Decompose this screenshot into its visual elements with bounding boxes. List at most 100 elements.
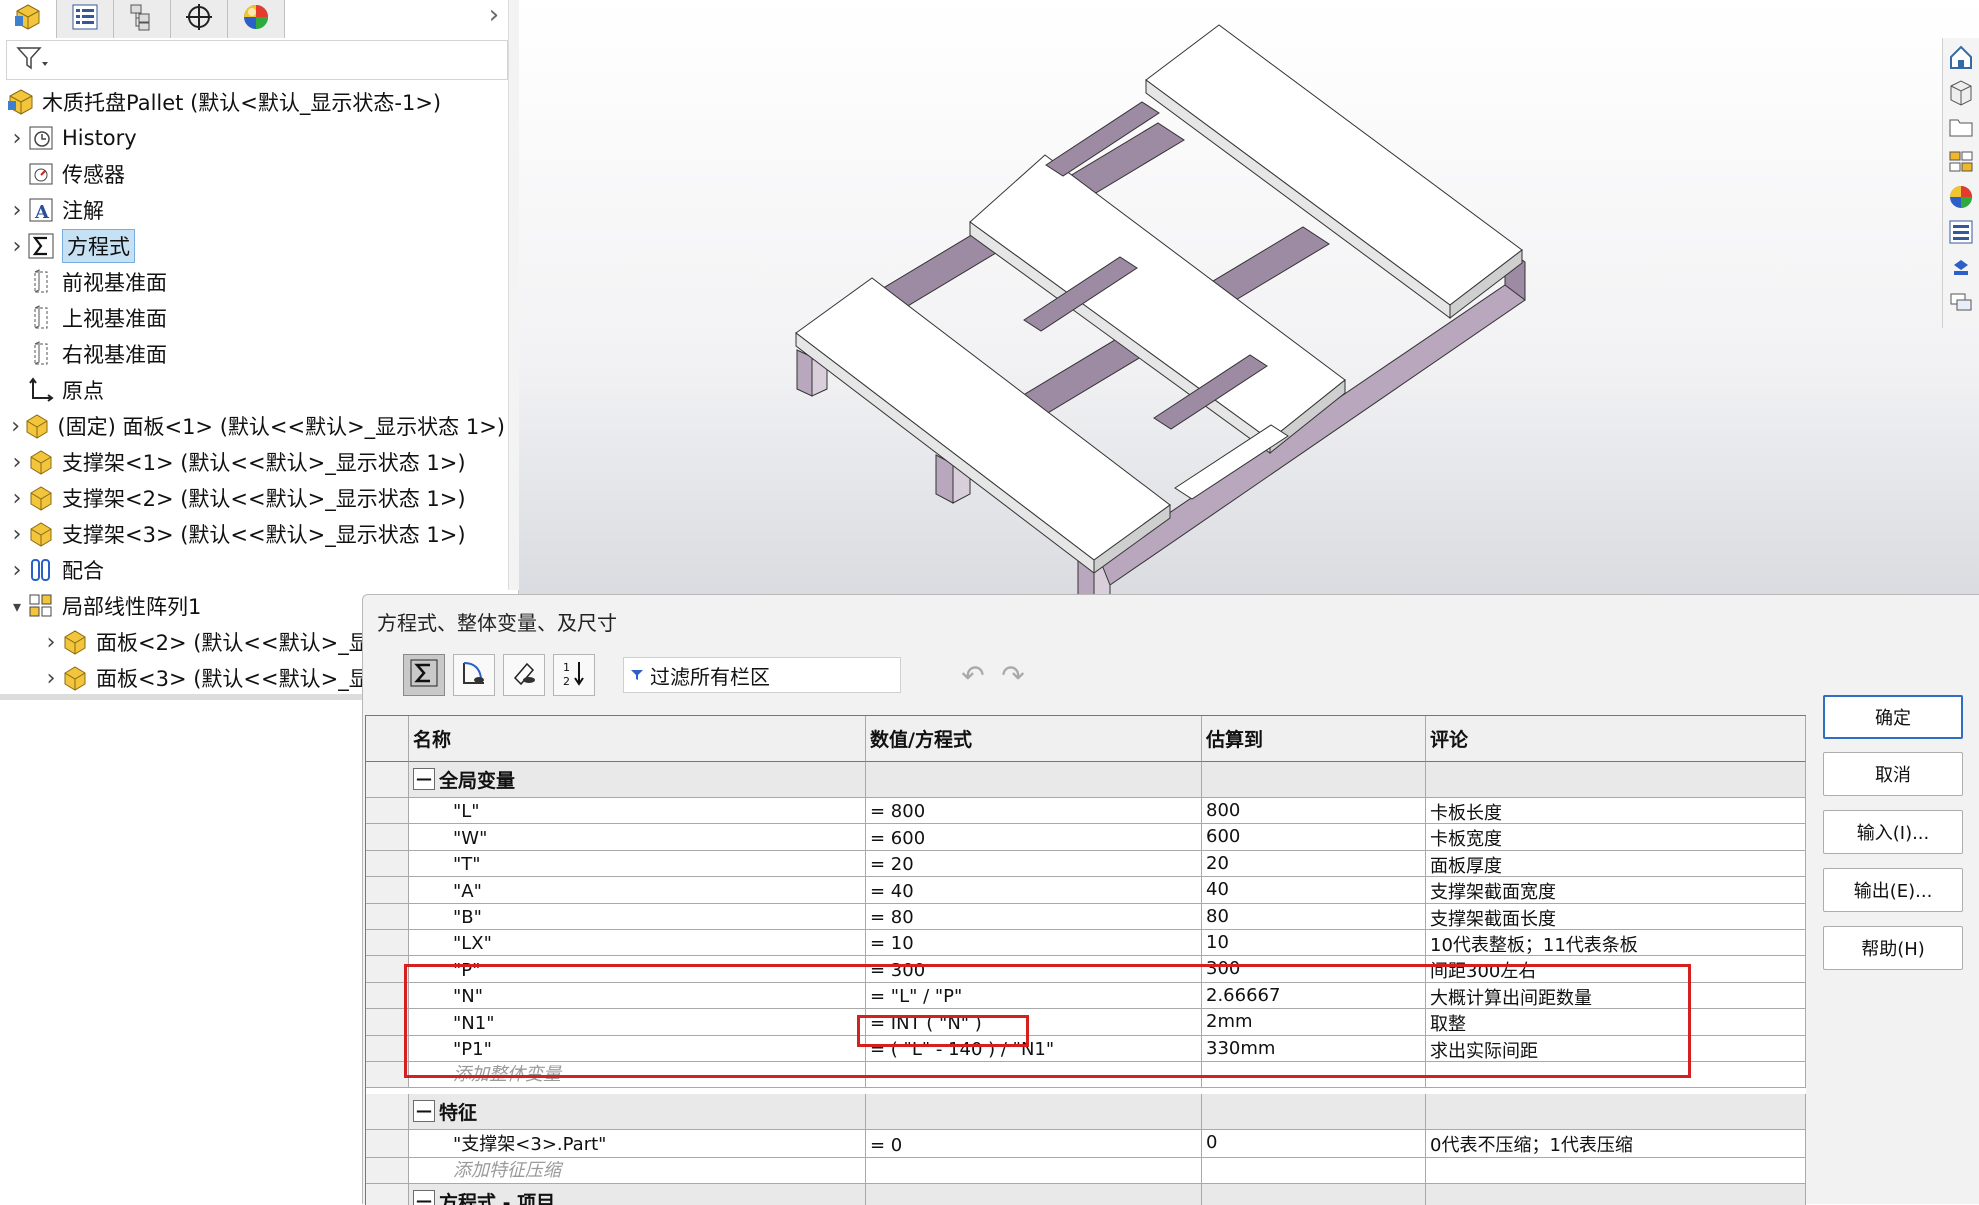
value-equation-cell[interactable]: = 10 — [866, 930, 1202, 956]
value-equation-cell[interactable]: = "L" / "P" — [866, 983, 1202, 1009]
appearances-icon[interactable] — [1945, 181, 1977, 213]
import-button[interactable]: 输入(I)... — [1823, 810, 1963, 854]
cancel-button[interactable]: 取消 — [1823, 752, 1963, 796]
comment-cell[interactable]: 0代表不压缩；1代表压缩 — [1426, 1130, 1806, 1158]
ordered-view-button[interactable]: 12 — [553, 654, 595, 696]
custom-properties-icon[interactable] — [1945, 216, 1977, 248]
comment-cell[interactable]: 间距300左右 — [1426, 956, 1806, 982]
row-header[interactable] — [366, 851, 409, 877]
row-header[interactable] — [366, 824, 409, 850]
row-header[interactable] — [366, 1009, 409, 1035]
expand-arrow-icon[interactable]: › — [8, 414, 23, 439]
add-global-variable-row[interactable]: 添加整体变量 — [409, 1062, 866, 1088]
expand-arrow-icon[interactable]: › — [8, 234, 26, 259]
help-button[interactable]: 帮助(H) — [1823, 926, 1963, 970]
home-icon[interactable] — [1945, 41, 1977, 73]
comment-cell[interactable]: 支撑架截面宽度 — [1426, 877, 1806, 903]
redo-icon[interactable]: ↷ — [997, 659, 1029, 691]
value-equation-cell[interactable]: = 800 — [866, 798, 1202, 824]
variable-name-cell[interactable]: "B" — [409, 904, 866, 930]
tree-item[interactable]: ▾局部线性阵列1 — [8, 589, 201, 623]
comment-cell[interactable]: 卡板长度 — [1426, 798, 1806, 824]
solidworks-resources-icon[interactable] — [1945, 251, 1977, 283]
value-equation-cell[interactable]: = 20 — [866, 851, 1202, 877]
expand-arrow-icon[interactable]: › — [42, 630, 60, 655]
sketch-equation-view-button[interactable] — [453, 654, 495, 696]
tree-item[interactable]: 传感器 — [8, 157, 125, 191]
tree-item[interactable]: ›支撑架<2> (默认<<默认>_显示状态 1>) — [8, 481, 466, 515]
value-equation-cell[interactable]: = 80 — [866, 904, 1202, 930]
comment-cell[interactable]: 10代表整板；11代表条板 — [1426, 930, 1806, 956]
comment-cell[interactable]: 大概计算出间距数量 — [1426, 983, 1806, 1009]
features-group[interactable]: —特征 — [409, 1094, 866, 1130]
expand-arrow-icon[interactable]: › — [42, 666, 60, 691]
view-palette-icon[interactable] — [1945, 146, 1977, 178]
expand-arrow-icon[interactable]: › — [8, 198, 26, 223]
value-equation-cell[interactable]: = 40 — [866, 877, 1202, 903]
row-header[interactable] — [366, 877, 409, 903]
collapse-arrow-icon[interactable]: ▾ — [8, 597, 26, 616]
row-header[interactable] — [366, 798, 409, 824]
value-equation-cell[interactable]: = 300 — [866, 956, 1202, 982]
row-header[interactable] — [366, 983, 409, 1009]
dimxpert-tab[interactable] — [171, 0, 228, 38]
variable-name-cell[interactable]: "支撑架<3>.Part" — [409, 1130, 866, 1158]
tree-item[interactable]: ›方程式 — [8, 229, 135, 263]
comment-cell[interactable]: 面板厚度 — [1426, 851, 1806, 877]
comment-cell[interactable]: 求出实际间距 — [1426, 1036, 1806, 1062]
global-variables-group[interactable]: —全局变量 — [409, 762, 866, 798]
tree-item[interactable]: 右视基准面 — [8, 337, 167, 371]
graphics-viewport[interactable] — [519, 0, 1979, 600]
expand-arrow-icon[interactable]: › — [8, 126, 26, 151]
equations-group[interactable]: —方程式 - 项目 — [409, 1184, 866, 1205]
variable-name-cell[interactable]: "N1" — [409, 1009, 866, 1035]
configuration-manager-tab[interactable] — [114, 0, 171, 38]
tree-item[interactable]: 上视基准面 — [8, 301, 167, 335]
display-manager-tab[interactable] — [228, 0, 285, 38]
variable-name-cell[interactable]: "A" — [409, 877, 866, 903]
value-column-header[interactable]: 数值/方程式 — [866, 716, 1202, 762]
equation-view-button[interactable] — [403, 654, 445, 696]
file-explorer-icon[interactable] — [1945, 111, 1977, 143]
value-equation-cell[interactable]: = 0 — [866, 1130, 1202, 1158]
tree-item[interactable]: 原点 — [8, 373, 104, 407]
tree-item[interactable]: ›History — [8, 121, 137, 155]
row-header[interactable] — [366, 930, 409, 956]
variable-name-cell[interactable]: "N" — [409, 983, 866, 1009]
expand-arrow-icon[interactable]: › — [8, 450, 26, 475]
comment-cell[interactable]: 支撑架截面长度 — [1426, 904, 1806, 930]
expand-arrow-icon[interactable]: › — [8, 558, 26, 583]
tree-item[interactable]: 前视基准面 — [8, 265, 167, 299]
add-feature-suppression-row[interactable]: 添加特征压缩 — [409, 1158, 866, 1184]
tree-scrollbar[interactable] — [508, 0, 519, 590]
tree-root-pallet[interactable]: 木质托盘Pallet (默认<默认_显示状态-1>) — [6, 85, 441, 119]
property-manager-tab[interactable] — [57, 0, 114, 38]
filter-all-fields-input[interactable]: 过滤所有栏区 — [623, 657, 901, 693]
ok-button[interactable]: 确定 — [1823, 695, 1963, 739]
value-equation-cell[interactable]: = 600 — [866, 824, 1202, 850]
comment-cell[interactable]: 取整 — [1426, 1009, 1806, 1035]
expand-arrow-icon[interactable]: › — [8, 522, 26, 547]
row-header[interactable] — [366, 1036, 409, 1062]
comment-cell[interactable]: 卡板宽度 — [1426, 824, 1806, 850]
collapse-group-icon[interactable]: — — [413, 1100, 435, 1122]
tree-item[interactable]: ›A注解 — [8, 193, 104, 227]
variable-name-cell[interactable]: "W" — [409, 824, 866, 850]
variable-name-cell[interactable]: "P1" — [409, 1036, 866, 1062]
tree-item[interactable]: ›配合 — [8, 553, 104, 587]
export-button[interactable]: 输出(E)... — [1823, 868, 1963, 912]
variable-name-cell[interactable]: "P" — [409, 956, 866, 982]
forum-icon[interactable] — [1945, 286, 1977, 318]
tree-item[interactable]: ›(固定) 面板<1> (默认<<默认>_显示状态 1>) — [8, 409, 505, 443]
row-header[interactable] — [366, 956, 409, 982]
dimension-view-button[interactable] — [503, 654, 545, 696]
feature-tree-tab[interactable] — [0, 0, 57, 38]
expand-arrow-icon[interactable]: › — [8, 486, 26, 511]
tree-item[interactable]: ›支撑架<1> (默认<<默认>_显示状态 1>) — [8, 445, 466, 479]
value-equation-cell[interactable]: = INT ( "N" ) — [866, 1009, 1202, 1035]
pallet-3d-model[interactable] — [519, 0, 1979, 600]
comment-column-header[interactable]: 评论 — [1426, 716, 1806, 762]
tabs-scroll-right-icon[interactable]: › — [481, 0, 507, 30]
variable-name-cell[interactable]: "T" — [409, 851, 866, 877]
undo-icon[interactable]: ↶ — [957, 659, 989, 691]
